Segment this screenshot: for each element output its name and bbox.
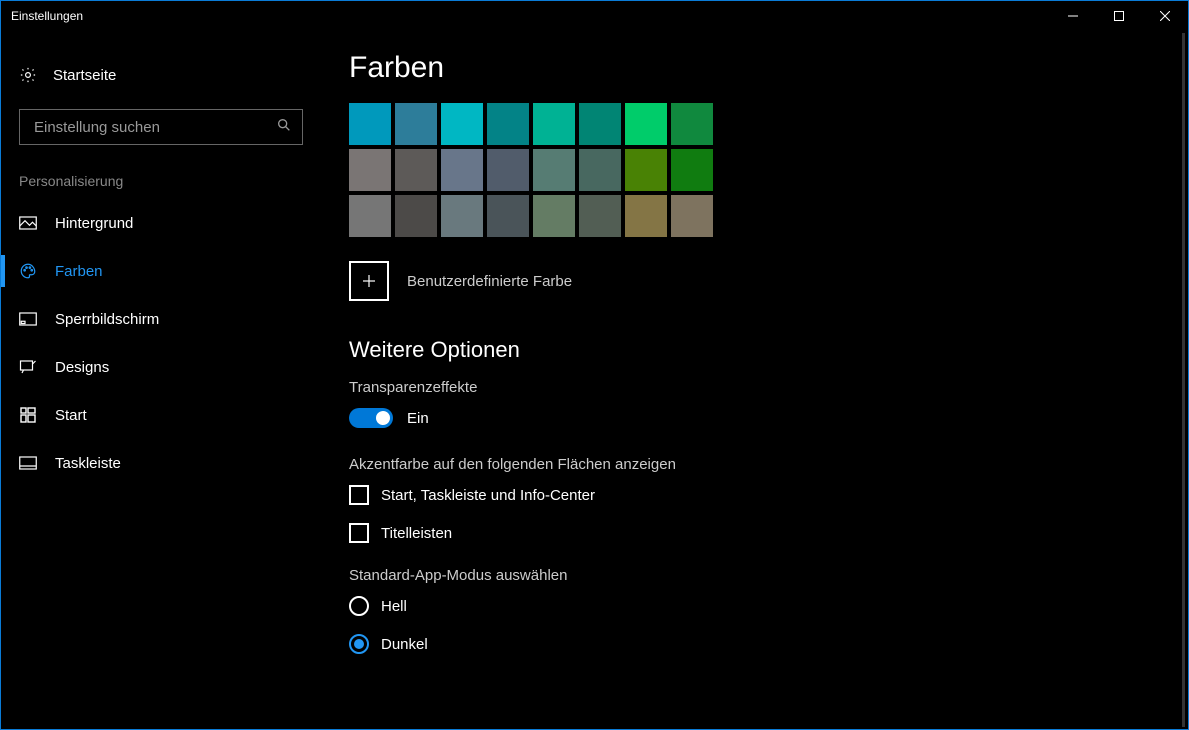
home-label: Startseite: [53, 67, 116, 84]
radio-dark-label: Dunkel: [381, 636, 428, 653]
transparency-state: Ein: [407, 410, 429, 427]
color-swatch[interactable]: [579, 103, 621, 145]
minimize-button[interactable]: [1050, 1, 1096, 31]
color-swatch[interactable]: [579, 149, 621, 191]
color-swatch[interactable]: [349, 103, 391, 145]
sidebar-item-colors[interactable]: Farben: [1, 247, 321, 295]
color-swatch[interactable]: [441, 195, 483, 237]
transparency-toggle[interactable]: [349, 408, 393, 428]
checkbox-start-taskbar[interactable]: [349, 485, 369, 505]
home-button[interactable]: Startseite: [1, 55, 321, 95]
color-swatch[interactable]: [671, 149, 713, 191]
color-swatch[interactable]: [487, 149, 529, 191]
start-icon: [19, 407, 37, 423]
sidebar-item-taskbar[interactable]: Taskleiste: [1, 439, 321, 487]
transparency-label: Transparenzeffekte: [349, 379, 1188, 396]
sidebar-item-label: Sperrbildschirm: [55, 311, 159, 328]
page-title: Farben: [349, 51, 1188, 85]
more-options-title: Weitere Optionen: [349, 337, 1188, 363]
radio-light-label: Hell: [381, 598, 407, 615]
checkbox-titlebars[interactable]: [349, 523, 369, 543]
color-swatch-grid: [349, 103, 1188, 237]
sidebar: Startseite Personalisierung Hintergrund …: [1, 31, 321, 729]
sidebar-item-label: Start: [55, 407, 87, 424]
titlebar: Einstellungen: [1, 1, 1188, 31]
color-swatch[interactable]: [349, 195, 391, 237]
main-content: Farben Benutzerdefinierte Farbe Weitere …: [321, 31, 1188, 729]
color-swatch[interactable]: [395, 195, 437, 237]
radio-light[interactable]: [349, 596, 369, 616]
color-swatch[interactable]: [625, 103, 667, 145]
color-swatch[interactable]: [625, 195, 667, 237]
search-field[interactable]: [32, 118, 276, 137]
color-swatch[interactable]: [487, 195, 529, 237]
search-input[interactable]: [19, 109, 303, 145]
sidebar-item-label: Taskleiste: [55, 455, 121, 472]
color-swatch[interactable]: [395, 149, 437, 191]
search-icon: [276, 117, 292, 137]
close-button[interactable]: [1142, 1, 1188, 31]
accent-surfaces-label: Akzentfarbe auf den folgenden Flächen an…: [349, 456, 1188, 473]
window-controls: [1050, 1, 1188, 31]
gear-icon: [19, 66, 37, 84]
lockscreen-icon: [19, 312, 37, 326]
color-swatch[interactable]: [441, 103, 483, 145]
sidebar-section-label: Personalisierung: [1, 145, 321, 199]
color-swatch[interactable]: [395, 103, 437, 145]
sidebar-item-label: Hintergrund: [55, 215, 133, 232]
brush-icon: [19, 358, 37, 376]
color-swatch[interactable]: [625, 149, 667, 191]
palette-icon: [19, 262, 37, 280]
custom-color-button[interactable]: [349, 261, 389, 301]
color-swatch[interactable]: [487, 103, 529, 145]
sidebar-item-lockscreen[interactable]: Sperrbildschirm: [1, 295, 321, 343]
color-swatch[interactable]: [441, 149, 483, 191]
window-title: Einstellungen: [11, 9, 83, 23]
sidebar-item-label: Farben: [55, 263, 103, 280]
color-swatch[interactable]: [533, 149, 575, 191]
sidebar-item-background[interactable]: Hintergrund: [1, 199, 321, 247]
color-swatch[interactable]: [671, 103, 713, 145]
sidebar-item-themes[interactable]: Designs: [1, 343, 321, 391]
radio-dark[interactable]: [349, 634, 369, 654]
checkbox-start-taskbar-label: Start, Taskleiste und Info-Center: [381, 487, 595, 504]
custom-color-label: Benutzerdefinierte Farbe: [407, 273, 572, 290]
color-swatch[interactable]: [349, 149, 391, 191]
color-swatch[interactable]: [671, 195, 713, 237]
sidebar-item-label: Designs: [55, 359, 109, 376]
maximize-button[interactable]: [1096, 1, 1142, 31]
color-swatch[interactable]: [533, 103, 575, 145]
picture-icon: [19, 216, 37, 230]
scrollbar[interactable]: [1182, 33, 1185, 727]
sidebar-item-start[interactable]: Start: [1, 391, 321, 439]
color-swatch[interactable]: [579, 195, 621, 237]
taskbar-icon: [19, 456, 37, 470]
checkbox-titlebars-label: Titelleisten: [381, 525, 452, 542]
color-swatch[interactable]: [533, 195, 575, 237]
app-mode-label: Standard-App-Modus auswählen: [349, 567, 1188, 584]
